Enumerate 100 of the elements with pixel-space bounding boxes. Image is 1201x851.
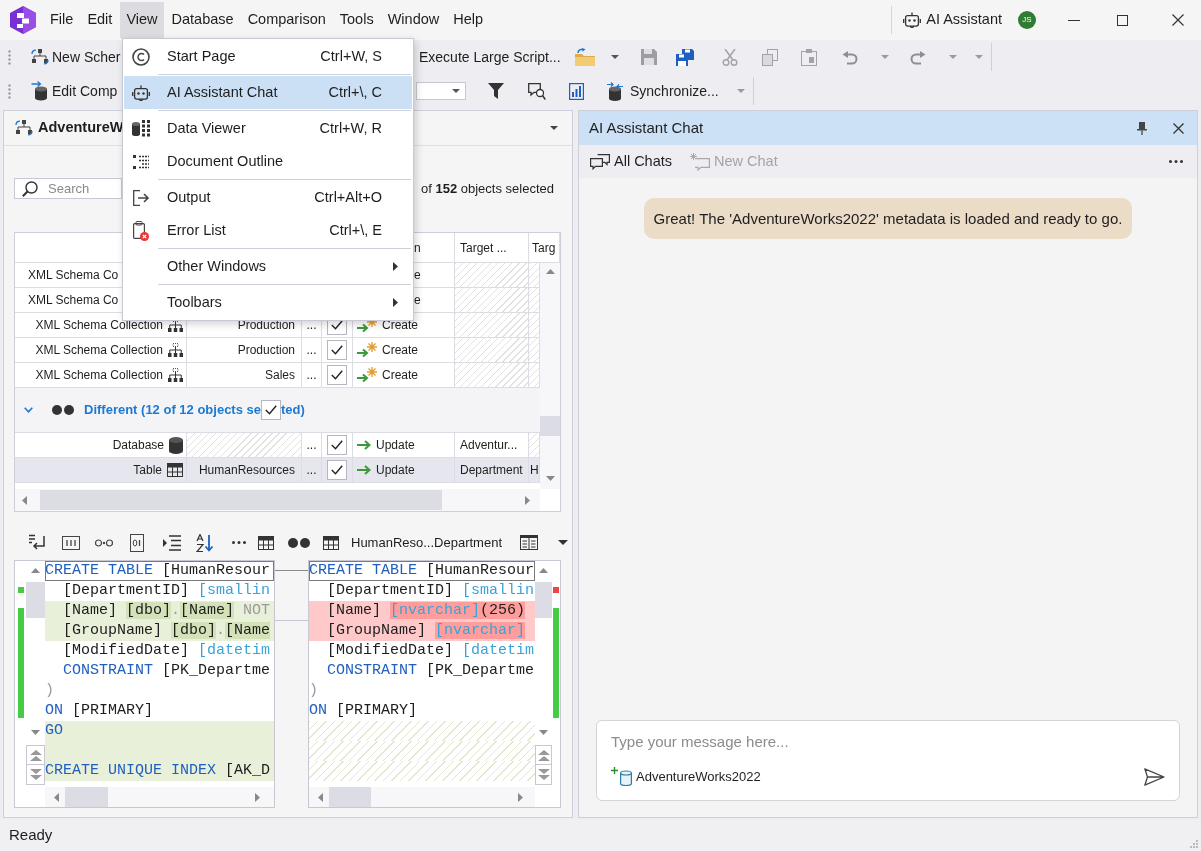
page-down-button[interactable]: [535, 765, 552, 785]
scroll-down-arrow-icon[interactable]: [31, 730, 40, 735]
indent-icon[interactable]: [163, 534, 181, 551]
execute-script-button[interactable]: Execute Large Script...: [419, 46, 561, 68]
two-dots-icon[interactable]: [288, 537, 310, 548]
menu-item[interactable]: Tools: [333, 2, 380, 38]
operation-text: Create: [382, 342, 419, 359]
table-icon[interactable]: [323, 535, 339, 550]
speech-bubble-magnifier-icon[interactable]: [528, 82, 546, 100]
checkbox[interactable]: [327, 435, 347, 455]
page-up-button[interactable]: [26, 745, 45, 765]
page-up-button[interactable]: [535, 745, 552, 765]
wrap-arrow-icon[interactable]: [28, 533, 46, 552]
scroll-left-arrow-icon[interactable]: [22, 495, 27, 505]
checkbox[interactable]: [327, 340, 347, 360]
more-icon[interactable]: [1169, 160, 1183, 163]
message-input[interactable]: Type your message here...: [611, 731, 1165, 753]
caret-icon[interactable]: [550, 126, 558, 130]
column-header[interactable]: Targ: [532, 238, 556, 257]
chevron-down-icon[interactable]: [24, 407, 33, 413]
scrollbar-thumb[interactable]: [535, 582, 552, 618]
copy-icon[interactable]: [761, 48, 778, 66]
search-field[interactable]: Search: [14, 178, 122, 199]
scrollbar-thumb[interactable]: [26, 582, 45, 618]
resize-grip-icon[interactable]: [1190, 840, 1198, 848]
maximize-icon[interactable]: [1117, 14, 1128, 26]
code-line: [ModifiedDate] [datetim: [326, 641, 535, 661]
edit-comparison-button[interactable]: Edit Comp: [31, 80, 118, 102]
scroll-down-arrow-icon[interactable]: [545, 476, 555, 481]
close-icon[interactable]: [1172, 14, 1184, 26]
save-icon[interactable]: [640, 49, 657, 65]
redo-icon[interactable]: [909, 49, 926, 65]
sort-down-icon[interactable]: [196, 533, 214, 552]
send-icon[interactable]: [1144, 767, 1165, 786]
grid-row[interactable]: Table HumanResources ... Update Department H: [15, 458, 540, 483]
more-icon[interactable]: [232, 541, 246, 544]
menu-item[interactable]: Help: [447, 2, 490, 38]
table-icon[interactable]: [258, 535, 274, 550]
menu-item[interactable]: View: [120, 2, 164, 38]
database-arrows-icon: [606, 81, 624, 101]
checkbox[interactable]: [261, 400, 281, 420]
scroll-right-arrow-icon[interactable]: [525, 495, 530, 505]
menu-item[interactable]: Edit: [81, 2, 119, 38]
menu-item[interactable]: File: [44, 2, 80, 38]
menu-item[interactable]: Database: [165, 2, 240, 38]
scroll-up-arrow-icon[interactable]: [31, 568, 40, 573]
pin-icon[interactable]: [1137, 121, 1147, 135]
undo-icon[interactable]: [841, 49, 858, 65]
caret-icon[interactable]: [558, 540, 568, 545]
toolbar-button[interactable]: All Chats: [590, 150, 673, 173]
menu-item[interactable]: Window: [381, 2, 446, 38]
scrollbar-thumb[interactable]: [329, 787, 371, 807]
scroll-right-arrow-icon[interactable]: [518, 792, 523, 802]
scroll-left-arrow-icon[interactable]: [318, 792, 323, 802]
synchronize-button[interactable]: Synchronize...: [606, 80, 719, 102]
menu-item[interactable]: AI Assistant Chat Ctrl+\, C: [124, 76, 412, 109]
new-comparison-button[interactable]: New Scher: [31, 46, 121, 68]
scrollbar-thumb[interactable]: [65, 787, 108, 807]
checkbox[interactable]: [327, 365, 347, 385]
scroll-right-arrow-icon[interactable]: [255, 792, 260, 802]
page-down-button[interactable]: [26, 765, 45, 785]
search-input[interactable]: Search: [48, 178, 118, 199]
caret-icon[interactable]: [610, 55, 619, 59]
column-header[interactable]: Target ...: [460, 238, 507, 257]
checkbox[interactable]: [327, 460, 347, 480]
scrollbar-thumb[interactable]: [40, 490, 442, 510]
folder-icon[interactable]: [574, 48, 595, 66]
clipboard-icon[interactable]: [800, 48, 817, 66]
grid-row[interactable]: XML Schema Collection Production ... Create: [15, 338, 540, 363]
circles-dot-icon[interactable]: [95, 538, 113, 547]
two-columns-icon[interactable]: [520, 535, 538, 550]
minimize-icon[interactable]: [1068, 19, 1080, 21]
checkmark-icon: [331, 345, 343, 355]
save-all-icon[interactable]: [675, 48, 694, 66]
document-tab[interactable]: AdventureW: [15, 117, 124, 139]
clipboard-error-icon: [133, 220, 149, 241]
operation-text: Create: [382, 317, 419, 334]
filter-icon[interactable]: [488, 83, 504, 99]
scrollbar-thumb[interactable]: [540, 416, 560, 436]
caret-icon[interactable]: [452, 89, 460, 93]
user-avatar[interactable]: JS: [1018, 11, 1036, 29]
scroll-up-arrow-icon[interactable]: [539, 568, 548, 573]
ai-assistant-button[interactable]: AI Assistant: [903, 9, 1002, 31]
dropdown-field[interactable]: [416, 82, 466, 100]
column-header[interactable]: n: [414, 238, 421, 257]
bar-chart-document-icon[interactable]: [569, 82, 584, 100]
database-context-text: AdventureWorks2022: [636, 768, 761, 786]
message-input-box[interactable]: Type your message here... AdventureWorks2022: [596, 720, 1180, 801]
tally-box-icon[interactable]: [62, 535, 80, 550]
scroll-down-arrow-icon[interactable]: [539, 730, 548, 735]
grid-row[interactable]: XML Schema Collection Sales ... Create: [15, 363, 540, 388]
menu-item[interactable]: Comparison: [241, 2, 332, 38]
scroll-up-arrow-icon[interactable]: [545, 269, 555, 274]
scroll-left-arrow-icon[interactable]: [54, 792, 59, 802]
scissors-icon[interactable]: [721, 48, 738, 66]
group-header-row[interactable]: Different (12 of 12 objects se ted): [15, 388, 540, 433]
grid-row[interactable]: Database ... Update Adventur...: [15, 433, 540, 458]
oval-line-box-icon[interactable]: [130, 533, 144, 552]
operation-text: e: [414, 267, 421, 284]
close-icon[interactable]: [1173, 122, 1184, 134]
